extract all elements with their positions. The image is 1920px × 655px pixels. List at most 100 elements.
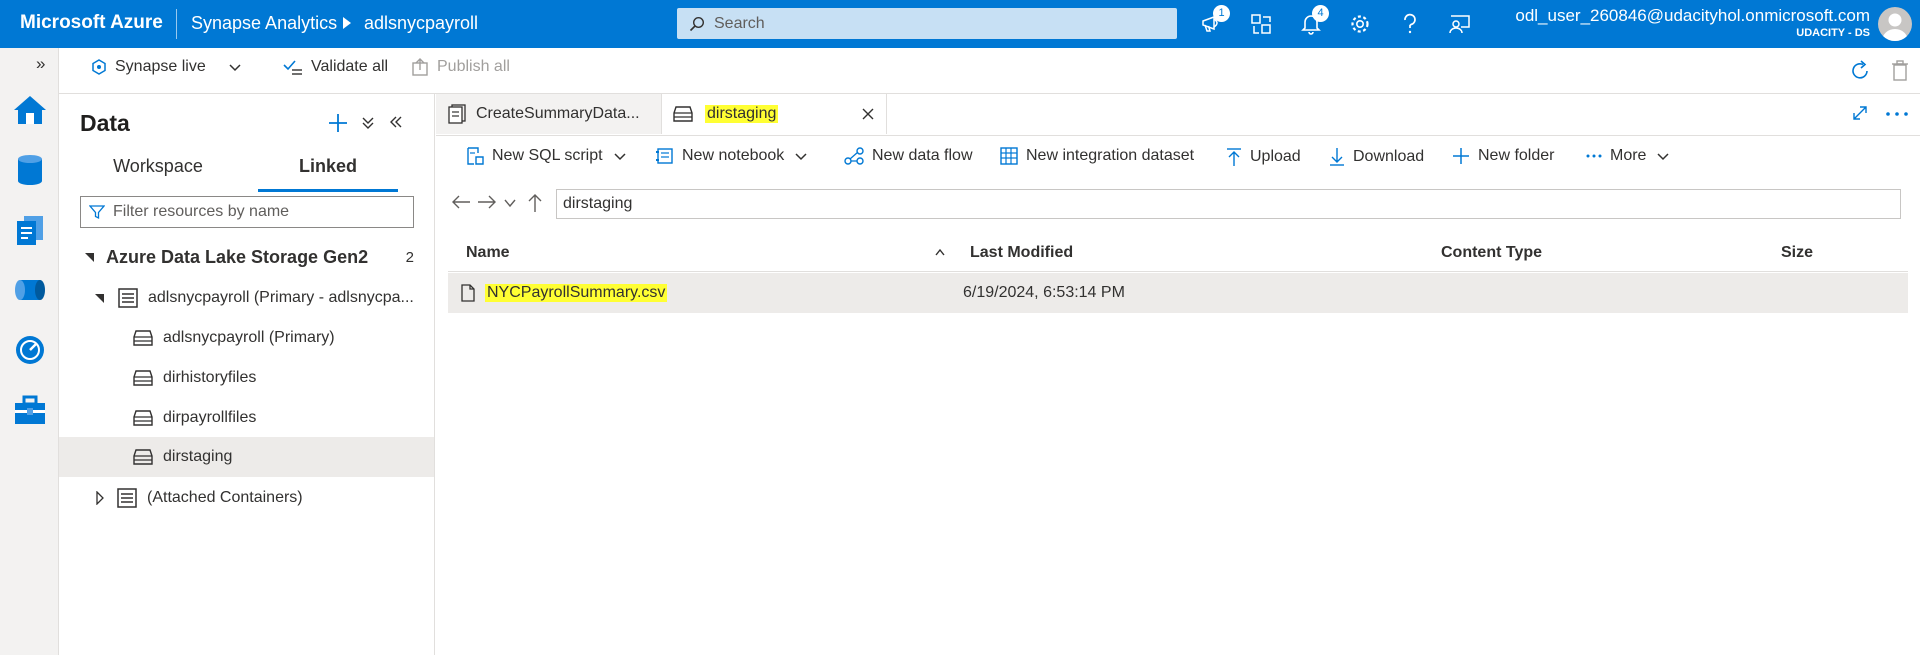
refresh-icon[interactable]: [1849, 60, 1871, 82]
table-row[interactable]: NYCPayrollSummary.csv 6/19/2024, 6:53:14…: [448, 273, 1908, 313]
add-resource-icon[interactable]: [327, 112, 349, 134]
feedback-button[interactable]: [1445, 10, 1475, 38]
close-icon[interactable]: [862, 108, 874, 120]
user-account-name[interactable]: odl_user_260846@udacityhol.onmicrosoft.c…: [1515, 6, 1870, 26]
nav-integrate[interactable]: [12, 272, 48, 308]
user-avatar-icon: [1882, 13, 1908, 41]
breadcrumb-app[interactable]: Synapse Analytics: [191, 13, 337, 34]
help-button[interactable]: [1395, 10, 1425, 38]
path-input[interactable]: [563, 195, 1900, 213]
feedback-announcements-button[interactable]: 1: [1197, 5, 1230, 38]
tree-item-container-selected[interactable]: dirstaging: [59, 437, 434, 477]
chevron-down-icon: [1657, 153, 1669, 161]
new-folder-button[interactable]: New folder: [1452, 147, 1554, 165]
new-notebook-button[interactable]: New notebook: [656, 147, 808, 165]
new-sql-script-label: New SQL script: [492, 147, 603, 164]
collapse-triangle-icon[interactable]: [85, 252, 94, 262]
filter-input[interactable]: [113, 203, 403, 221]
tree-item-label: (Attached Containers): [147, 489, 303, 506]
column-header-name[interactable]: Name: [466, 244, 510, 262]
upload-button[interactable]: Upload: [1226, 147, 1301, 167]
expand-rail-button[interactable]: »: [36, 54, 45, 74]
filter-funnel-icon: [89, 205, 105, 220]
forward-arrow-icon[interactable]: [477, 195, 497, 209]
script-document-icon: [448, 104, 466, 124]
global-search-box[interactable]: [677, 8, 1177, 39]
validate-all-button[interactable]: Validate all: [283, 58, 388, 76]
collapse-triangle-icon[interactable]: [95, 293, 104, 303]
last-modified-cell: 6/19/2024, 6:53:14 PM: [963, 284, 1125, 301]
tree-item-container[interactable]: dirpayrollfiles: [59, 398, 434, 438]
tree-item-attached-containers[interactable]: (Attached Containers): [59, 478, 434, 518]
tab-label: CreateSummaryData...: [476, 105, 640, 122]
directory-switch-button[interactable]: [1246, 10, 1276, 38]
tree-item-account[interactable]: adlsnycpayroll (Primary - adlsnycpa...: [59, 278, 434, 318]
more-label: More: [1610, 147, 1647, 164]
breadcrumb-workspace[interactable]: adlsnycpayroll: [364, 13, 478, 34]
tab-dirstaging[interactable]: dirstaging: [663, 94, 887, 134]
validate-check-icon: [283, 60, 302, 75]
new-sql-script-button[interactable]: New SQL script: [466, 147, 627, 165]
plus-icon: [1453, 148, 1469, 164]
container-icon: [133, 330, 153, 346]
upload-arrow-icon: [1227, 148, 1241, 166]
avatar[interactable]: [1878, 7, 1912, 41]
more-dropdown-button[interactable]: More: [1586, 147, 1670, 165]
collapse-panel-icon[interactable]: [389, 115, 403, 129]
maximize-icon[interactable]: [1851, 104, 1869, 122]
column-header-size[interactable]: Size: [1781, 244, 1813, 262]
switch-directory-icon: [1251, 14, 1271, 34]
new-integration-dataset-button[interactable]: New integration dataset: [1000, 147, 1194, 165]
nav-develop[interactable]: [12, 212, 48, 248]
data-explorer-panel: Data Workspace Linked Azure Data Lake St…: [59, 94, 435, 655]
nav-home[interactable]: [12, 92, 48, 128]
tree-item-container[interactable]: dirhistoryfiles: [59, 358, 434, 398]
tree-group-count: 2: [405, 248, 414, 266]
settings-button[interactable]: [1345, 10, 1375, 38]
discard-all-icon[interactable]: [1891, 60, 1909, 82]
panel-title: Data: [80, 110, 130, 136]
top-bar: Microsoft Azure Synapse Analytics adlsny…: [0, 0, 1920, 48]
tree-group-adls-gen2[interactable]: Azure Data Lake Storage Gen2 2: [59, 237, 434, 277]
sort-ascending-icon[interactable]: [934, 248, 946, 256]
user-organization: UDACITY - DS: [1796, 27, 1870, 39]
tab-label: dirstaging: [705, 105, 779, 123]
expand-triangle-icon[interactable]: [95, 491, 105, 505]
tab-workspace[interactable]: Workspace: [88, 156, 228, 189]
nav-manage[interactable]: [12, 392, 48, 428]
synapse-live-dropdown[interactable]: Synapse live: [91, 58, 242, 76]
tree-item-account-label: adlsnycpayroll (Primary - adlsnycpa...: [148, 289, 414, 306]
path-navigation: [436, 185, 1920, 221]
new-data-flow-button[interactable]: New data flow: [844, 147, 973, 165]
expand-all-icon[interactable]: [361, 116, 375, 130]
filter-box[interactable]: [80, 196, 414, 228]
nav-data[interactable]: [12, 152, 48, 188]
download-button[interactable]: Download: [1329, 147, 1424, 167]
breadcrumb-chevron-icon: [343, 17, 351, 29]
recent-chevron-down-icon[interactable]: [503, 198, 517, 208]
ellipsis-icon: [1586, 154, 1602, 158]
back-arrow-icon[interactable]: [451, 195, 471, 209]
notifications-button[interactable]: 4: [1296, 5, 1329, 38]
tree-group-label: Azure Data Lake Storage Gen2: [106, 246, 369, 267]
azure-brand-link[interactable]: Microsoft Azure: [20, 12, 163, 34]
path-field[interactable]: [556, 189, 1901, 219]
dataset-table-icon: [1000, 147, 1018, 165]
up-arrow-icon[interactable]: [528, 193, 542, 213]
column-header-content-type[interactable]: Content Type: [1441, 244, 1542, 262]
tab-linked[interactable]: Linked: [258, 156, 398, 192]
publish-all-label: Publish all: [437, 58, 510, 75]
tab-create-summary-data[interactable]: CreateSummaryData...: [436, 94, 662, 134]
download-label: Download: [1353, 148, 1425, 165]
nav-monitor[interactable]: [12, 332, 48, 368]
chevron-down-icon: [229, 64, 241, 72]
file-name-cell[interactable]: NYCPayrollSummary.csv: [485, 284, 668, 302]
new-data-flow-label: New data flow: [872, 147, 973, 164]
column-header-last-modified[interactable]: Last Modified: [970, 244, 1073, 262]
container-icon: [133, 449, 153, 465]
tree-item-container[interactable]: adlsnycpayroll (Primary): [59, 318, 434, 358]
publish-all-button[interactable]: Publish all: [411, 58, 510, 76]
chevron-down-icon: [795, 153, 807, 161]
more-actions-icon[interactable]: [1886, 112, 1908, 116]
search-input[interactable]: [714, 14, 1154, 33]
